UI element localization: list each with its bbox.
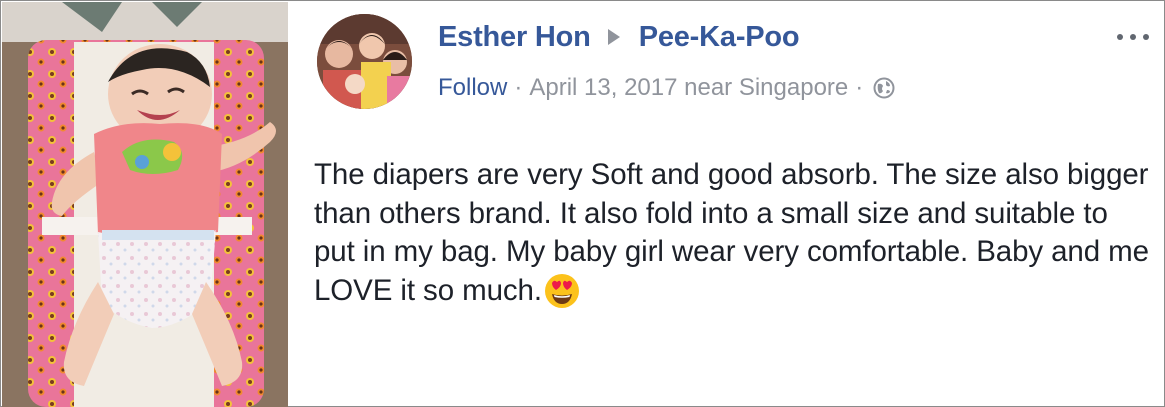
heart-eyes-emoji-icon [544, 273, 580, 309]
more-options-button[interactable] [1113, 23, 1153, 51]
more-dot-icon [1130, 34, 1136, 40]
post-header: Esther Hon Pee-Ka-Poo [438, 17, 800, 57]
follow-link[interactable]: Follow [438, 74, 507, 102]
post-meta: Follow · April 13, 2017 near Singapore · [438, 71, 895, 105]
post-date-location[interactable]: April 13, 2017 near Singapore [529, 74, 848, 102]
globe-icon[interactable] [873, 77, 895, 99]
avatar[interactable] [317, 14, 412, 109]
more-dot-icon [1143, 34, 1149, 40]
baby-photo [2, 2, 288, 407]
post-body: The diapers are very Soft and good absor… [314, 156, 1154, 310]
author-name-link[interactable]: Esther Hon [438, 21, 591, 54]
meta-separator: · [855, 74, 864, 101]
meta-separator: · [514, 74, 523, 101]
post-body-text: The diapers are very Soft and good absor… [314, 158, 1149, 307]
facebook-post: Esther Hon Pee-Ka-Poo Follow · April 13,… [301, 1, 1161, 407]
more-dot-icon [1117, 34, 1123, 40]
right-triangle-icon [607, 29, 620, 45]
page-name-link[interactable]: Pee-Ka-Poo [639, 21, 800, 54]
review-screenshot: Esther Hon Pee-Ka-Poo Follow · April 13,… [0, 0, 1165, 407]
